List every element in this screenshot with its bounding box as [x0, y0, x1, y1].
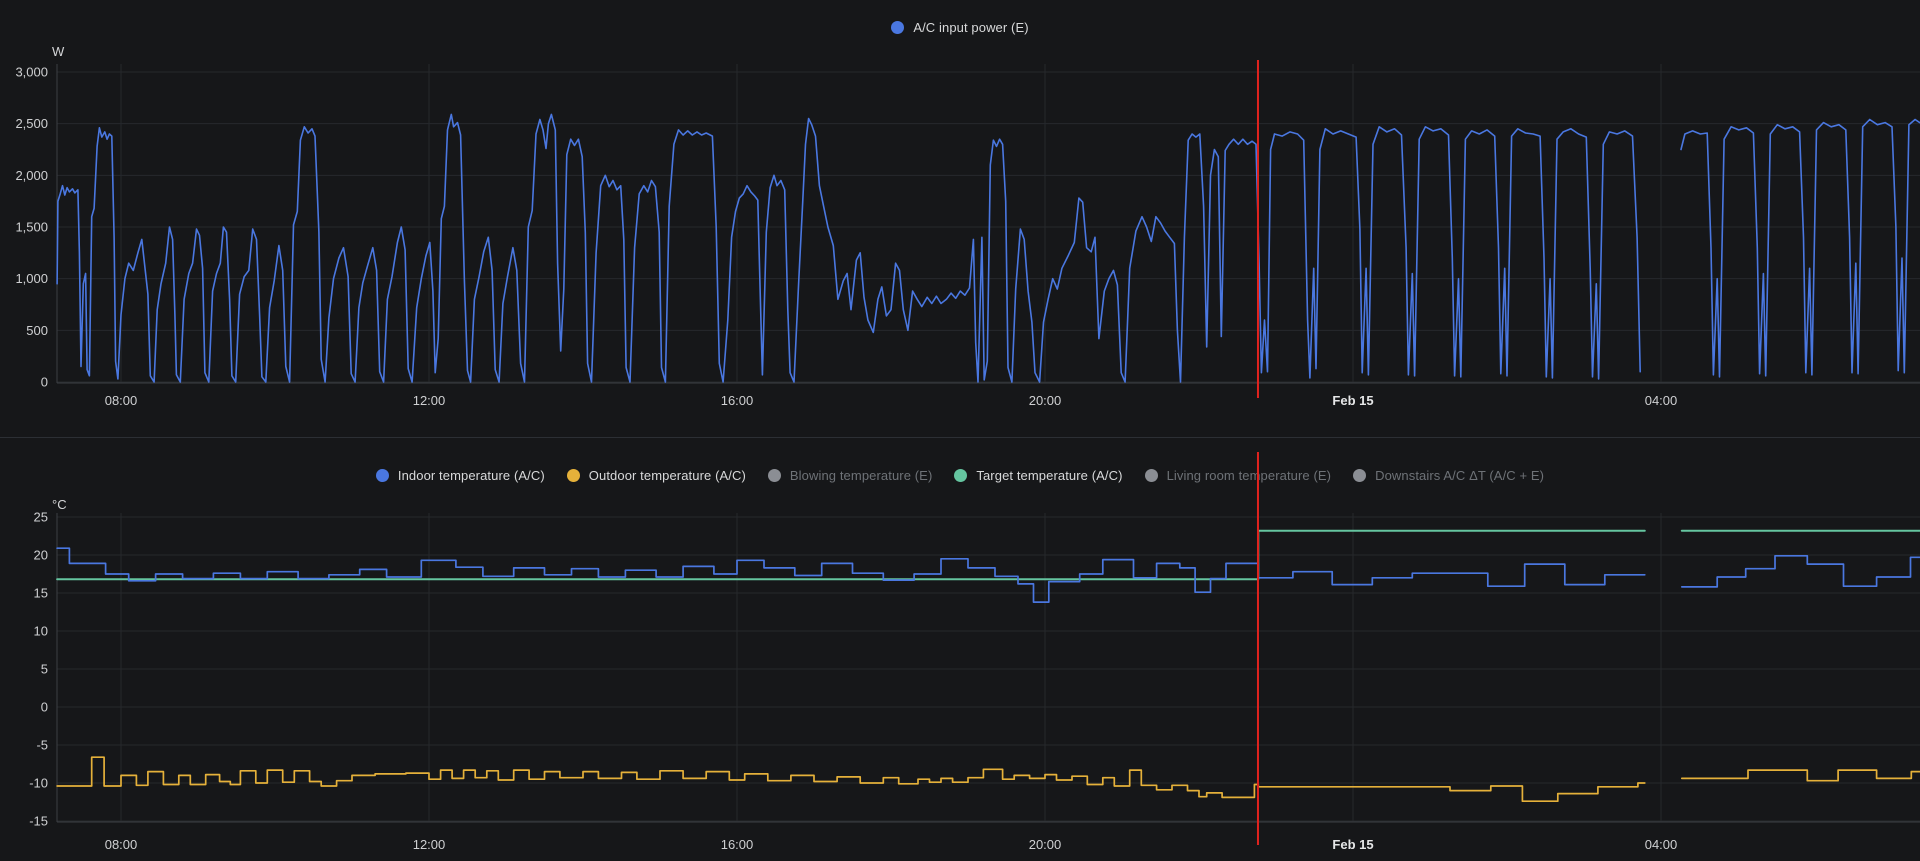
power-y-tick-label: 3,000 — [15, 65, 48, 80]
temperature-y-tick-label: 0 — [41, 700, 48, 715]
temperature-y-tick-label: -5 — [36, 738, 48, 753]
power-y-tick-label: 2,000 — [15, 168, 48, 183]
dashboard: A/C input power (E) Indoor temperature (… — [0, 0, 1920, 861]
power-y-tick-label: 1,000 — [15, 271, 48, 286]
temperature-y-tick-label: 20 — [34, 548, 48, 563]
power-y-tick-label: 1,500 — [15, 220, 48, 235]
temperature-plot-area[interactable] — [57, 513, 1920, 821]
temperature-x-tick-label: Feb 15 — [1332, 837, 1373, 852]
temperature-y-tick-label: 25 — [34, 510, 48, 525]
temperature-x-tick-label: 08:00 — [105, 837, 138, 852]
charts-canvas[interactable]: W 0 500 1,000 1,500 2,000 2,500 3,000 08:00 12:00… — [0, 0, 1920, 861]
temperature-y-axis-unit: °C — [52, 497, 67, 512]
temperature-y-tick-label: 5 — [41, 662, 48, 677]
temperature-y-tick-label: -10 — [29, 776, 48, 791]
power-x-tick-label: 20:00 — [1029, 393, 1062, 408]
temperature-x-tick-label: 16:00 — [721, 837, 754, 852]
power-x-tick-label: 12:00 — [413, 393, 446, 408]
power-x-tick-label: 16:00 — [721, 393, 754, 408]
power-y-tick-label: 2,500 — [15, 116, 48, 131]
temperature-y-tick-label: 15 — [34, 586, 48, 601]
temperature-x-tick-label: 12:00 — [413, 837, 446, 852]
power-x-tick-label: 08:00 — [105, 393, 138, 408]
temperature-y-tick-label: 10 — [34, 624, 48, 639]
temperature-x-tick-label: 04:00 — [1645, 837, 1678, 852]
temperature-x-tick-label: 20:00 — [1029, 837, 1062, 852]
power-x-tick-label: Feb 15 — [1332, 393, 1373, 408]
power-x-tick-label: 04:00 — [1645, 393, 1678, 408]
temperature-y-tick-label: -15 — [29, 814, 48, 829]
power-y-tick-label: 500 — [26, 323, 48, 338]
power-y-axis-unit: W — [52, 44, 65, 59]
power-y-tick-label: 0 — [41, 375, 48, 390]
